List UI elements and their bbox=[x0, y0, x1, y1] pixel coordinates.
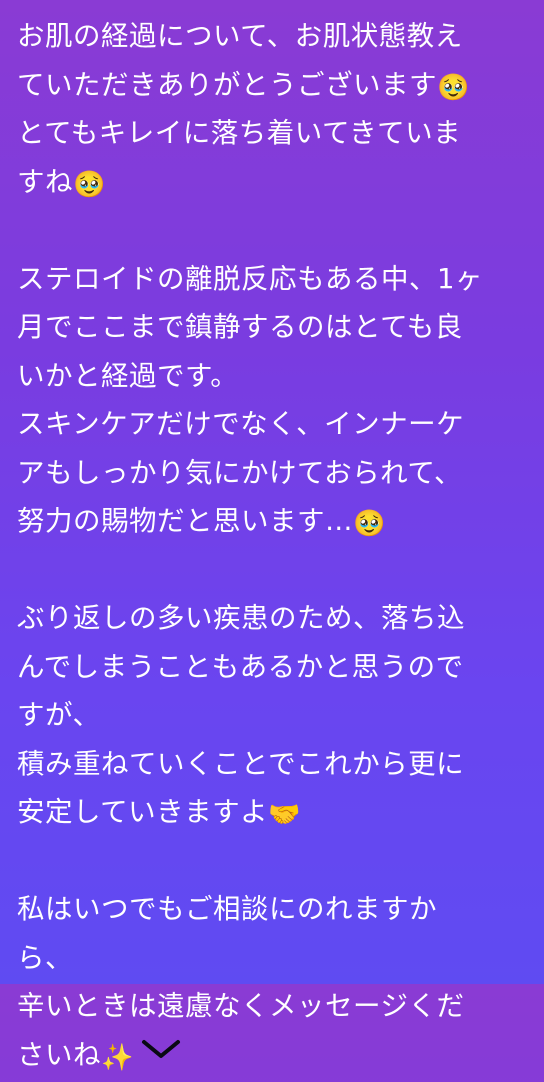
pleading-face-emoji-icon: 🥹 bbox=[437, 72, 470, 103]
message-line: ステロイドの離脱反応もある中、1ヶ bbox=[17, 262, 483, 295]
message-line: 努力の賜物だと思います…🥹 bbox=[17, 497, 532, 546]
message-line: ら、 bbox=[17, 941, 73, 974]
chevron-down-icon[interactable] bbox=[140, 1028, 182, 1077]
message-line: 月でここまで鎮静するのはとても良 bbox=[17, 311, 463, 343]
message-line: 安定していきますよ🤝 bbox=[17, 788, 532, 837]
pleading-face-emoji-icon: 🥹 bbox=[353, 509, 386, 539]
message-body: お肌の経過について、お肌状態教え ていただきありがとうございます🥹 とてもキレイ… bbox=[17, 12, 532, 1079]
message-line: ていただきありがとうございます🥹 bbox=[17, 61, 532, 110]
message-line: 私はいつでもご相談にのれますか bbox=[17, 893, 437, 925]
message-text: ていただきありがとうございます bbox=[17, 68, 437, 101]
message-line: とてもキレイに落ち着いてきていま bbox=[17, 117, 462, 149]
message-line: アもしっかり気にかけておられて、 bbox=[17, 456, 462, 489]
pleading-face-emoji-icon: 🥹 bbox=[73, 169, 106, 200]
message-text: すね bbox=[17, 165, 73, 198]
message-line: 辛いときは遠慮なくメッセージくだ bbox=[17, 990, 465, 1022]
message-line: さいね✨ bbox=[17, 1031, 532, 1080]
handshake-emoji-icon: 🤝 bbox=[268, 800, 302, 830]
message-line: いかと経過です。 bbox=[17, 359, 239, 392]
message-line: すね🥹 bbox=[17, 158, 532, 207]
message-text: さいね bbox=[17, 1038, 101, 1071]
message-line: 積み重ねていくことでこれから更に bbox=[17, 747, 465, 780]
sparkles-emoji-icon: ✨ bbox=[101, 1042, 134, 1073]
message-line: すが、 bbox=[17, 699, 101, 731]
message-text: 努力の賜物だと思います… bbox=[17, 505, 353, 537]
message-line: スキンケアだけでなく、インナーケ bbox=[17, 408, 465, 440]
message-text: 安定していきますよ bbox=[17, 796, 269, 828]
message-line: お肌の経過について、お肌状態教え bbox=[17, 20, 463, 52]
message-line: んでしまうこともあるかと思うので bbox=[17, 650, 464, 683]
message-line: ぶり返しの多い疾患のため、落ち込 bbox=[17, 602, 465, 634]
